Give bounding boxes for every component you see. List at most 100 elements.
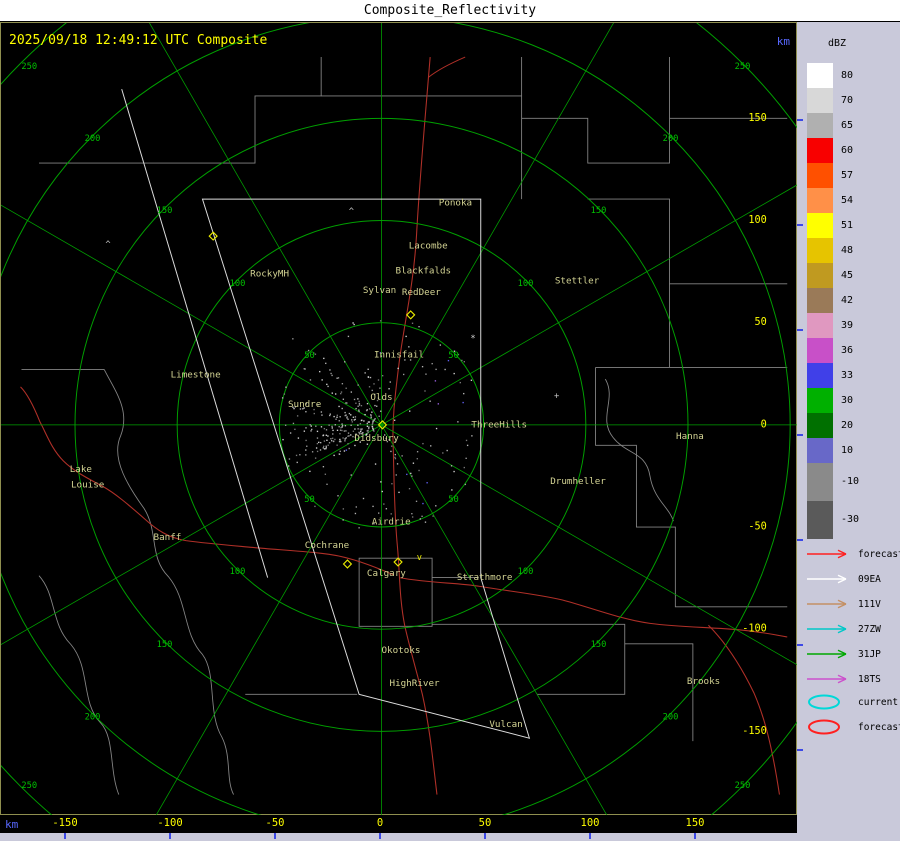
- colorbar-swatch: [807, 213, 833, 238]
- arrow-icon: [805, 648, 853, 660]
- x-axis-label: -50: [266, 817, 285, 829]
- colorbar-swatch: [807, 138, 833, 163]
- y-axis-unit: km: [777, 35, 790, 48]
- town-label: Strathmore: [457, 572, 513, 583]
- map-area: 5050505010010010010015015015015020020020…: [0, 22, 797, 815]
- colorbar-value: 57: [841, 163, 853, 188]
- y-axis-label: 0: [761, 419, 767, 430]
- town-label: Olds: [370, 392, 392, 403]
- range-label: 50: [304, 351, 315, 361]
- town-label: Okotoks: [381, 645, 420, 656]
- colorbar-title: dBZ: [828, 38, 846, 49]
- town-label: Sundre: [288, 399, 322, 410]
- town-label: RedDeer: [402, 287, 441, 298]
- town-label: Drumheller: [550, 476, 606, 487]
- axis-tick: [797, 644, 803, 646]
- vector-legend-item: 18TS: [805, 671, 881, 687]
- colorbar-swatch: [807, 338, 833, 363]
- colorbar-swatch: [807, 88, 833, 113]
- x-axis-bar: km -150-100-50050100150: [0, 815, 797, 841]
- x-axis-label: 150: [686, 817, 705, 829]
- town-label: Banff: [154, 532, 182, 543]
- colorbar-swatch: [807, 438, 833, 463]
- map-marker: +: [554, 392, 559, 402]
- map-marker: .: [464, 452, 469, 462]
- map-marker: ^: [349, 207, 354, 217]
- axis-tick: [797, 119, 803, 121]
- colorbar-swatch: [807, 501, 833, 539]
- axis-tick: [797, 434, 803, 436]
- colorbar-value: 42: [841, 288, 853, 313]
- site-diamond-icon: [344, 560, 352, 568]
- site-diamond-icon: [407, 311, 415, 319]
- range-label: 200: [85, 713, 101, 723]
- y-axis-label: -100: [742, 624, 767, 635]
- ellipse-legend-item: current: [805, 694, 898, 710]
- range-label: 100: [518, 567, 534, 577]
- axis-tick: [797, 749, 803, 751]
- arrow-icon: [805, 573, 853, 585]
- vector-legend-label: forecast: [858, 549, 900, 560]
- range-label: 150: [591, 206, 607, 216]
- range-rings: [1, 23, 798, 816]
- ellipse-legend-item: forecast: [805, 719, 900, 735]
- colorbar-value: 36: [841, 338, 853, 363]
- x-axis-label: 0: [377, 817, 383, 829]
- town-label: Lake: [70, 464, 93, 475]
- range-label: 250: [735, 781, 751, 791]
- x-axis-unit: km: [5, 818, 18, 831]
- colorbar-swatch: [807, 238, 833, 263]
- town-label: Sylvan: [363, 285, 396, 296]
- vector-legend-item: 09EA: [805, 571, 881, 587]
- window-title: Composite_Reflectivity: [0, 0, 900, 22]
- colorbar-value: 39: [841, 313, 853, 338]
- town-label: Hanna: [676, 431, 704, 442]
- town-label: ThreeHills: [471, 419, 527, 430]
- colorbar-swatch: [807, 313, 833, 338]
- colorbar-swatch: [807, 463, 833, 501]
- colorbar-value: 33: [841, 363, 853, 388]
- town-label: Stettler: [555, 275, 600, 286]
- range-label: 50: [304, 495, 315, 505]
- colorbar-swatch: [807, 163, 833, 188]
- vector-legend-item: 111V: [805, 596, 881, 612]
- axis-tick: [797, 329, 803, 331]
- ellipse-icon: [805, 694, 853, 710]
- colorbar-value: 30: [841, 388, 853, 413]
- range-label: 200: [85, 134, 101, 144]
- range-label: 150: [157, 640, 173, 650]
- arrow-icon: [805, 548, 853, 560]
- vector-legend-label: 27ZW: [858, 624, 881, 635]
- axis-tick: [64, 833, 66, 839]
- range-label: 150: [157, 206, 173, 216]
- range-label: 200: [663, 134, 679, 144]
- town-label: Blackfalds: [396, 266, 452, 277]
- y-axis-label: 100: [748, 215, 766, 226]
- colorbar-swatch: [807, 288, 833, 313]
- vector-legend-item: 27ZW: [805, 621, 881, 637]
- town-label: Limestone: [171, 370, 221, 381]
- town-label: Innisfail: [374, 349, 424, 360]
- range-label: 150: [591, 640, 607, 650]
- colorbar-value: 20: [841, 413, 853, 438]
- map-marker: v: [417, 553, 422, 563]
- range-label: 100: [230, 567, 246, 577]
- axis-tick: [589, 833, 591, 839]
- town-label: Brooks: [687, 676, 720, 687]
- town-label: Ponoka: [439, 198, 472, 209]
- colorbar-swatch: [807, 363, 833, 388]
- vector-legend-label: 18TS: [858, 674, 881, 685]
- colorbar-swatch: [807, 413, 833, 438]
- arrow-icon: [805, 598, 853, 610]
- axis-tick: [797, 539, 803, 541]
- arrow-icon: [805, 623, 853, 635]
- colorbar-swatch: [807, 113, 833, 138]
- radar-map[interactable]: 5050505010010010010015015015015020020020…: [1, 23, 798, 816]
- colorbar-value: 70: [841, 88, 853, 113]
- ellipse-icon: [805, 719, 853, 735]
- vector-legend-item: 31JP: [805, 646, 881, 662]
- range-label: 50: [448, 495, 459, 505]
- axis-tick: [484, 833, 486, 839]
- town-label: Airdrie: [372, 517, 411, 528]
- vector-legend-item: forecast: [805, 546, 900, 562]
